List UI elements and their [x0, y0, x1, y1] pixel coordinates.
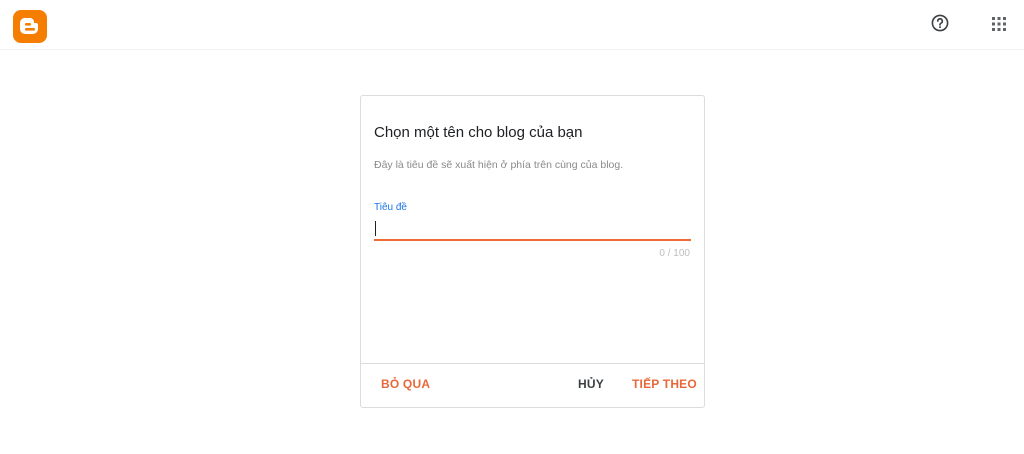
apps-button[interactable] [988, 13, 1010, 35]
help-circle-icon [931, 14, 949, 32]
blogger-logo-icon[interactable] [13, 10, 47, 43]
dialog-title: Chọn một tên cho blog của bạn [374, 124, 583, 141]
blog-name-dialog: Chọn một tên cho blog của bạn Đây là tiê… [360, 95, 705, 408]
next-button[interactable]: TIẾP THEO [632, 377, 697, 391]
text-cursor [375, 221, 376, 236]
dialog-description: Đây là tiêu đề sẽ xuất hiện ở phía trên … [374, 159, 624, 171]
character-counter: 0 / 100 [659, 248, 690, 259]
top-app-bar [0, 0, 1024, 50]
cancel-button[interactable]: HỦY [578, 377, 604, 391]
blog-title-input[interactable] [374, 219, 691, 241]
dialog-footer: BỎ QUA HỦY TIẾP THEO [361, 363, 704, 408]
help-button[interactable] [929, 12, 951, 34]
title-field-label: Tiêu đề [374, 202, 407, 213]
skip-button[interactable]: BỎ QUA [381, 377, 430, 391]
apps-grid-icon [992, 17, 1006, 31]
